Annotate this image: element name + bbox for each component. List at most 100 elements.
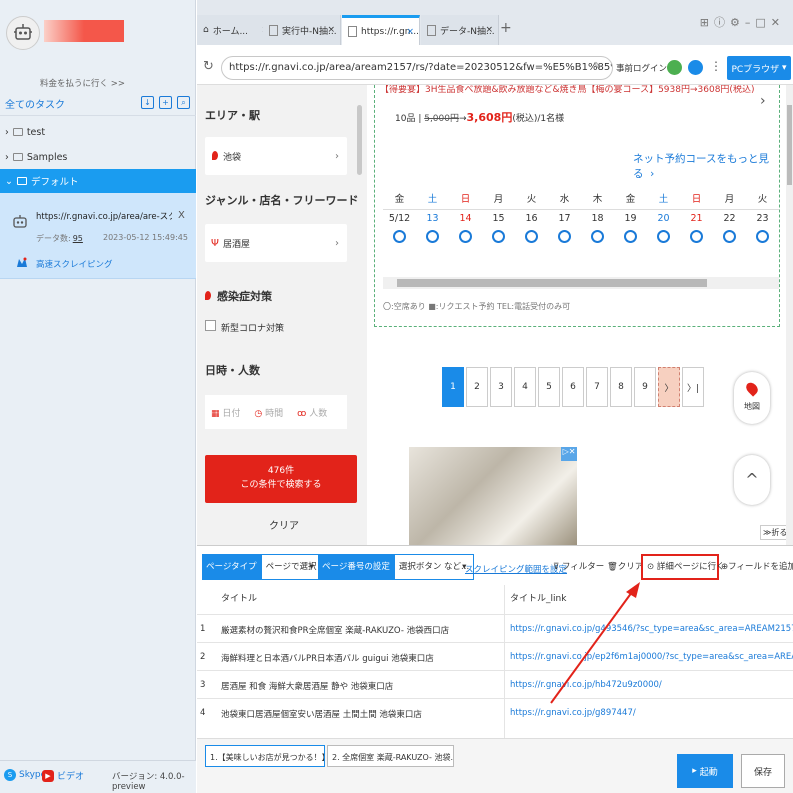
save-button[interactable]: 保存 (741, 754, 785, 788)
task-url[interactable]: https://r.gnavi.co.jp/area/are-スクレイピン... (36, 210, 172, 222)
row-link[interactable]: https://r.gnavi.co.jp/hb472u9z0000/ (510, 680, 793, 690)
calendar-date[interactable]: 15 (482, 213, 515, 243)
ad-image[interactable] (409, 447, 577, 545)
more-menu-icon[interactable]: ⋮ (710, 59, 722, 73)
record-tab-2[interactable]: 2. 全席個室 楽蔵-RAKUZO- 池袋... ⓧ (327, 745, 454, 767)
row-link[interactable]: https://r.gnavi.co.jp/ep2f6m1aj0000/?sc_… (510, 652, 793, 662)
course-title[interactable]: 【得要宴】3H生品食べ放題&飲み放題など&焼き鳥【梅の宴コース】5938円→36… (380, 85, 754, 95)
map-button[interactable]: 地図 (734, 372, 770, 424)
calendar-date[interactable]: 23 (746, 213, 779, 243)
time-field[interactable]: ◷ 時間 (254, 406, 283, 419)
scrape-range-link[interactable]: スクレイピング範囲を設定 (465, 563, 567, 575)
datetime-fields[interactable]: ▦ 日付 ◷ 時間 ꝏ 人数 (205, 395, 347, 429)
scroll-top-button[interactable]: ^ (734, 455, 770, 505)
people-field[interactable]: ꝏ 人数 (297, 406, 327, 419)
page-button[interactable]: 8 (610, 367, 632, 407)
edit-icon[interactable]: ✎ (593, 61, 601, 72)
folder-icon (16, 177, 27, 185)
date-number: 13 (426, 213, 439, 224)
next-page-button[interactable]: 〉 (658, 367, 680, 407)
area-label: エリア・駅 (205, 109, 260, 122)
tab-data[interactable]: データ-N抽... × (421, 15, 499, 45)
sidebar-item-samples[interactable]: › Samples (0, 145, 196, 169)
calendar-date[interactable]: 20 (647, 213, 680, 243)
start-button[interactable]: ▸ 起動 (677, 754, 733, 788)
clear-filters-link[interactable]: クリア (269, 517, 299, 532)
close-icon[interactable]: × (485, 25, 493, 35)
page-button[interactable]: 1 (442, 367, 464, 407)
data-count-value[interactable]: 95 (73, 234, 83, 243)
area-select[interactable]: 池袋 › (205, 137, 347, 175)
column-header-link[interactable]: タイトル_link (510, 591, 566, 604)
sidebar-item-default[interactable]: ⌄ デフォルト (0, 169, 196, 193)
page-button[interactable]: 2 (466, 367, 488, 407)
new-folder-icon[interactable]: + (159, 96, 172, 109)
robot-avatar-icon[interactable] (6, 16, 40, 50)
page-button[interactable]: 9 (634, 367, 656, 407)
page-type-select[interactable]: ページタイプ ページで選択 ▾ (202, 554, 322, 580)
chevron-right-icon[interactable]: › (760, 93, 766, 109)
account-icon[interactable] (688, 60, 703, 75)
calendar-date[interactable]: 13 (416, 213, 449, 243)
row-link[interactable]: https://r.gnavi.co.jp/g897447/ (510, 708, 793, 718)
more-courses-link[interactable]: ネット予約コースをもっと見る › (633, 151, 779, 181)
table-row[interactable]: 3 居酒屋 和食 海鮮大衆居酒屋 静や 池袋東口店 https://r.gnavi.… (197, 670, 793, 698)
add-field-button[interactable]: ⊕フィールドを追加 (721, 560, 793, 572)
search-button[interactable]: 476件 この条件で検索する (205, 455, 357, 503)
row-link[interactable]: https://r.gnavi.co.jp/g493546/?sc_type=a… (510, 624, 793, 634)
last-page-button[interactable]: 〉| (682, 367, 704, 407)
close-icon[interactable]: × (406, 27, 414, 37)
url-input[interactable]: https://r.gnavi.co.jp/area/aream2157/rs/… (221, 56, 613, 80)
calendar-date[interactable]: 19 (614, 213, 647, 243)
calendar-date[interactable]: 22 (713, 213, 746, 243)
reload-icon[interactable]: ↻ (203, 59, 214, 74)
video-link[interactable]: ▶ ビデオ (42, 769, 84, 782)
calendar-date[interactable]: 21 (680, 213, 713, 243)
page-button[interactable]: 6 (562, 367, 584, 407)
skype-link[interactable]: S Skype (4, 769, 46, 781)
page-button[interactable]: 5 (538, 367, 560, 407)
calendar-date[interactable]: 14 (449, 213, 482, 243)
sidebar-item-test[interactable]: › test (0, 120, 196, 144)
ad-choices-icon[interactable]: ▷✕ (561, 447, 577, 461)
pay-link[interactable]: 料金を払うに行く >> (40, 77, 125, 89)
tab-gnavi[interactable]: https://r.gn... × (342, 15, 420, 45)
clear-button[interactable]: 🗑クリア (607, 560, 643, 572)
pc-browser-dropdown[interactable]: PCブラウザ ▾ (727, 56, 791, 80)
scroll-thumb[interactable] (397, 279, 707, 287)
page-scrollbar[interactable] (786, 85, 793, 545)
window-controls[interactable]: ⊞ⓘ⚙–□✕ (700, 14, 785, 30)
filter-button[interactable]: ⊽ フィルター (553, 560, 604, 572)
column-header-title[interactable]: タイトル (221, 591, 257, 604)
import-icon[interactable]: ↓ (141, 96, 154, 109)
scroll-thumb[interactable] (787, 105, 792, 185)
calendar-date[interactable]: 17 (548, 213, 581, 243)
genre-select[interactable]: Ψ 居酒屋 › (205, 224, 347, 262)
calendar-date[interactable]: 18 (581, 213, 614, 243)
filter-scrollbar[interactable] (357, 105, 362, 175)
page-number-select[interactable]: ページ番号の設定 選択ボタン など... ▾ (318, 554, 475, 580)
close-icon[interactable]: × (327, 25, 335, 35)
calendar-date[interactable]: 5/12 (383, 213, 416, 243)
page-button[interactable]: 7 (586, 367, 608, 407)
close-icon[interactable]: X (178, 210, 185, 221)
page-button[interactable]: 4 (514, 367, 536, 407)
tab-running[interactable]: 実行中-N抽... × (263, 15, 341, 45)
record-tab-1[interactable]: 1.【美味しいお店が見つかる！】... (205, 745, 325, 767)
all-tasks-label[interactable]: 全てのタスク (5, 96, 65, 111)
calendar-date[interactable]: 16 (515, 213, 548, 243)
weekday-label: 火 (526, 194, 537, 205)
table-row[interactable]: 2 海鮮料理と日本酒バルPR日本酒バル guigui 池袋東口店 https://r… (197, 642, 793, 670)
table-row[interactable]: 1 厳選素材の贅沢和食PR全席個室 楽蔵-RAKUZO- 池袋西口店 https:/… (197, 614, 793, 642)
date-field[interactable]: ▦ 日付 (211, 406, 240, 419)
table-row[interactable]: 4 池袋東口居酒屋個室安い居酒屋 土間土間 池袋東口店 https://r.gnav… (197, 698, 793, 726)
new-tab-icon[interactable]: + (500, 20, 512, 36)
pre-login-button[interactable]: 事前ログイン (616, 62, 667, 74)
go-detail-button[interactable]: ⊙ 詳細ページに行く (647, 560, 725, 572)
search-icon[interactable]: ⌕ (177, 96, 190, 109)
date-number: 17 (558, 213, 571, 224)
page-button[interactable]: 3 (490, 367, 512, 407)
extension-icon[interactable] (667, 60, 682, 75)
calendar-scrollbar[interactable] (383, 277, 779, 289)
covid-checkbox[interactable] (205, 320, 216, 331)
